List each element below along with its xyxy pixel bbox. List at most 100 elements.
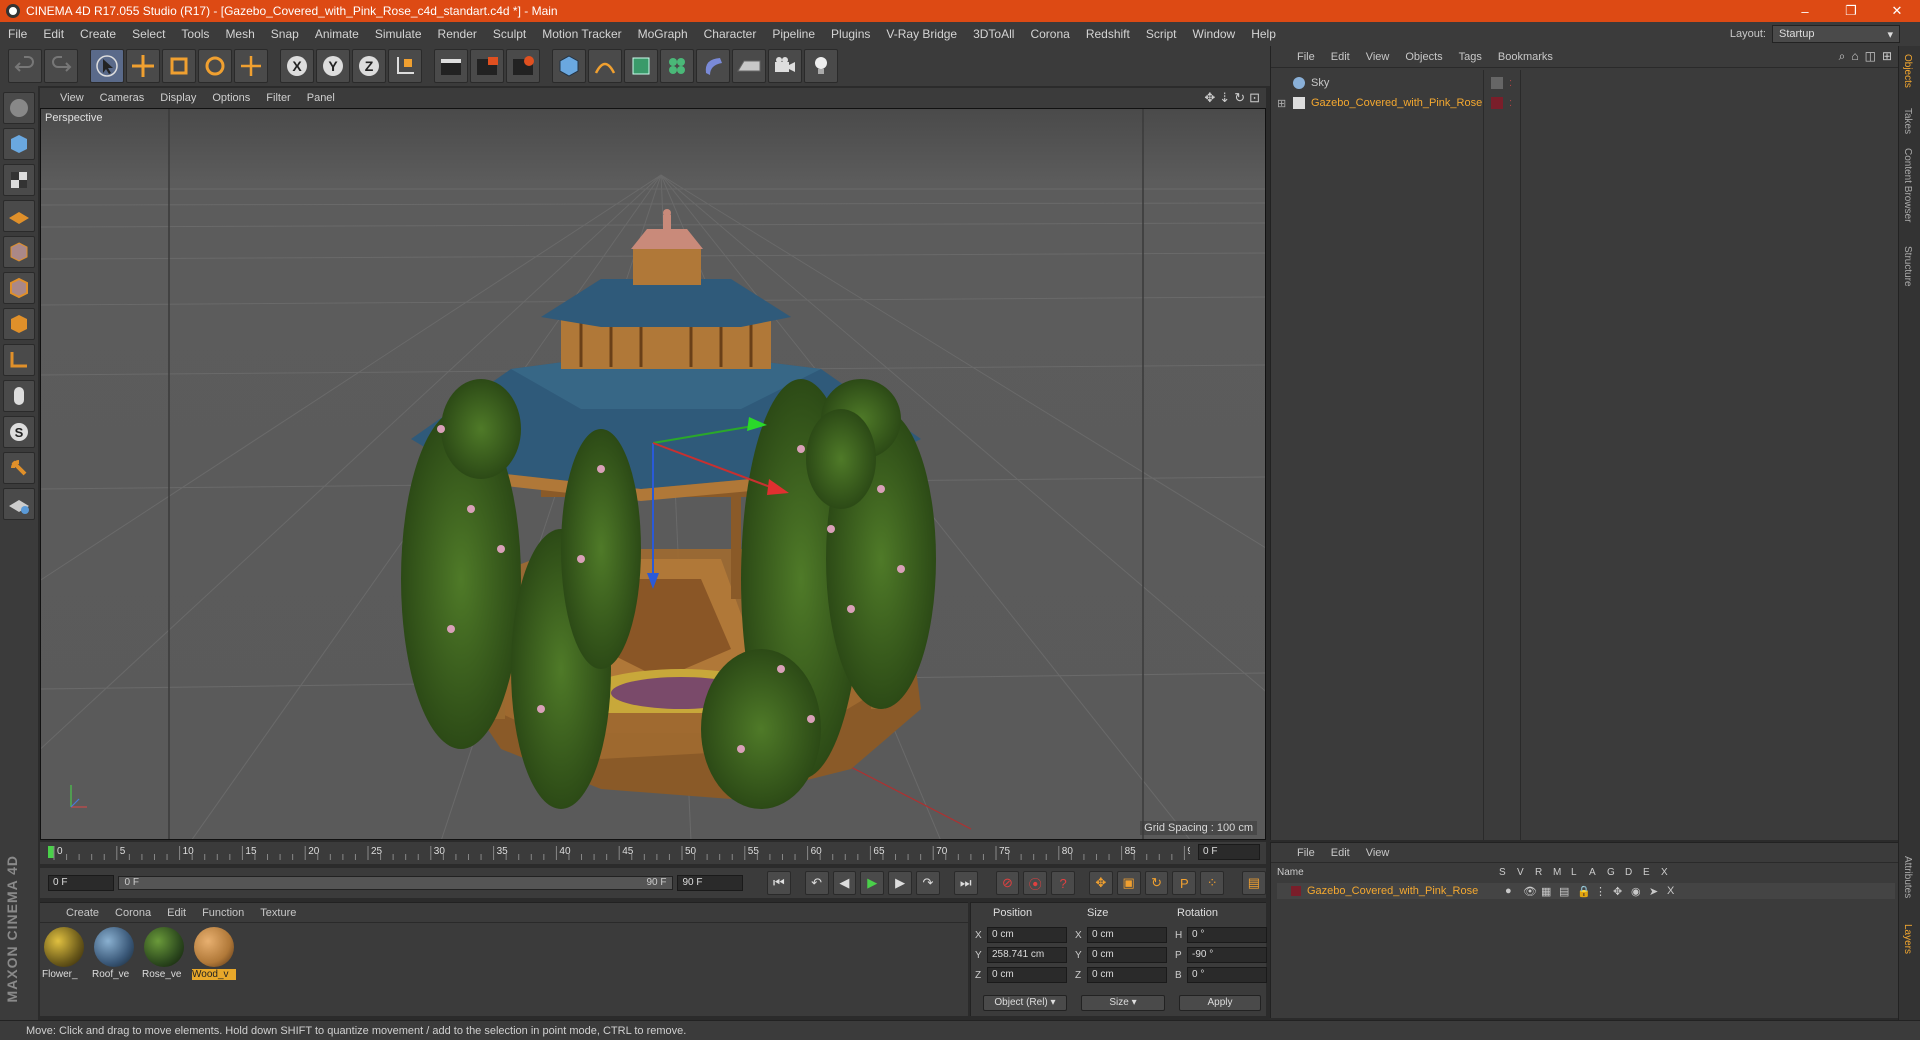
apply-button[interactable]: Apply [1179, 995, 1261, 1011]
viewport-camera-label[interactable]: Perspective [45, 112, 102, 124]
render-settings-icon[interactable] [506, 49, 540, 83]
viewport-menu-options[interactable]: Options [204, 92, 258, 104]
viewport-menu-cameras[interactable]: Cameras [92, 92, 153, 104]
object-menu-bookmarks[interactable]: Bookmarks [1490, 51, 1561, 63]
menu-animate[interactable]: Animate [307, 27, 367, 41]
y-axis-icon[interactable]: Y [316, 49, 350, 83]
menu-script[interactable]: Script [1138, 27, 1185, 41]
menu-edit[interactable]: Edit [35, 27, 72, 41]
menu-file[interactable]: File [0, 27, 35, 41]
menu-redshift[interactable]: Redshift [1078, 27, 1138, 41]
previous-frame-icon[interactable]: ◀ [832, 871, 857, 895]
object-row-sky[interactable]: Sky : [1277, 74, 1897, 92]
expressions-toggle-icon[interactable]: ➤ [1649, 885, 1667, 898]
tab-attributes[interactable]: Attributes [1902, 856, 1913, 898]
tweak-mode-icon[interactable] [3, 344, 35, 376]
search-icon[interactable]: ⌕ [1839, 49, 1846, 64]
select-arrow-icon[interactable] [90, 49, 124, 83]
subdivision-icon[interactable] [624, 49, 658, 83]
position-y-field[interactable]: 258.741 cm [987, 947, 1067, 963]
timeline-window-icon[interactable]: ▤ [1242, 871, 1266, 895]
layer-swatch-icon[interactable] [1491, 77, 1503, 89]
material-menu-texture[interactable]: Texture [252, 907, 304, 919]
polygons-mode-icon[interactable] [3, 272, 35, 304]
menu-vray-bridge[interactable]: V-Ray Bridge [878, 27, 965, 41]
coordinate-mode-select[interactable]: Object (Rel) ▾ [983, 995, 1067, 1011]
light-icon[interactable] [804, 49, 838, 83]
pan-view-icon[interactable]: ✥ [1204, 90, 1215, 106]
xref-toggle-icon[interactable]: X [1667, 885, 1685, 897]
menu-simulate[interactable]: Simulate [367, 27, 430, 41]
layer-menu-file[interactable]: File [1289, 847, 1323, 859]
size-mode-select[interactable]: Size ▾ [1081, 995, 1165, 1011]
menu-create[interactable]: Create [72, 27, 124, 41]
menu-render[interactable]: Render [430, 27, 485, 41]
material-swatch[interactable]: Flower_ [42, 927, 86, 980]
locked-toggle-icon[interactable]: 🔒 [1577, 885, 1595, 898]
render-picture-queue-icon[interactable] [470, 49, 504, 83]
play-forward-icon[interactable]: ▶ [860, 871, 885, 895]
rotation-b-field[interactable]: 0 ° [1187, 967, 1267, 983]
camera-icon[interactable] [768, 49, 802, 83]
layer-swatch-icon[interactable] [1491, 97, 1503, 109]
object-menu-edit[interactable]: Edit [1323, 51, 1358, 63]
menu-tools[interactable]: Tools [173, 27, 217, 41]
go-to-start-icon[interactable]: ⏮ [766, 871, 791, 895]
viewport-menu-panel[interactable]: Panel [299, 92, 343, 104]
deformers-toggle-icon[interactable]: ◉ [1631, 885, 1649, 898]
material-swatch[interactable]: Wood_v [192, 927, 236, 980]
collapse-icon[interactable]: ◫ [1865, 49, 1876, 64]
coord-system-icon[interactable] [388, 49, 422, 83]
undo-icon[interactable] [8, 49, 42, 83]
redo-icon[interactable] [44, 49, 78, 83]
toggle-layout-icon[interactable]: ⊡ [1249, 90, 1260, 106]
cube-icon[interactable] [552, 49, 586, 83]
render-toggle-icon[interactable]: ▦ [1541, 885, 1559, 898]
preview-range-slider[interactable]: 0 F 90 F [117, 876, 674, 890]
start-frame-field[interactable]: 0 F [48, 875, 114, 891]
material-menu-corona[interactable]: Corona [107, 907, 159, 919]
object-menu-view[interactable]: View [1358, 51, 1398, 63]
render-view-icon[interactable] [434, 49, 468, 83]
solo-toggle-icon[interactable]: ● [1505, 885, 1523, 897]
edges-mode-icon[interactable] [3, 236, 35, 268]
planar-workplane-icon[interactable] [3, 488, 35, 520]
layer-row[interactable]: Gazebo_Covered_with_Pink_Rose ● 👁 ▦ ▤ 🔒 … [1277, 883, 1895, 899]
next-frame-icon[interactable]: ▶ [888, 871, 912, 895]
object-row-gazebo[interactable]: ⊞ Gazebo_Covered_with_Pink_Rose : [1277, 94, 1897, 112]
size-x-field[interactable]: 0 cm [1087, 927, 1167, 943]
cloner-icon[interactable] [660, 49, 694, 83]
size-y-field[interactable]: 0 cm [1087, 947, 1167, 963]
object-menu-file[interactable]: File [1289, 51, 1323, 63]
menu-mesh[interactable]: Mesh [217, 27, 262, 41]
floor-icon[interactable] [732, 49, 766, 83]
record-active-objects-icon[interactable]: ⊘ [995, 871, 1020, 895]
axis-mode-icon[interactable] [3, 308, 35, 340]
layer-color-swatch[interactable] [1291, 886, 1301, 896]
pen-icon[interactable] [588, 49, 622, 83]
workplane-icon[interactable] [3, 164, 35, 196]
move-icon[interactable] [126, 49, 160, 83]
tab-structure[interactable]: Structure [1902, 246, 1913, 287]
layout-select[interactable]: Startup ▾ [1772, 25, 1900, 43]
end-frame-field[interactable]: 90 F [677, 875, 744, 891]
deformer-icon[interactable] [696, 49, 730, 83]
menu-character[interactable]: Character [696, 27, 765, 41]
current-frame-field[interactable]: 0 F [1198, 844, 1260, 860]
object-menu-objects[interactable]: Objects [1397, 51, 1450, 63]
menu-corona[interactable]: Corona [1022, 27, 1077, 41]
material-menu-edit[interactable]: Edit [159, 907, 194, 919]
model-mode-icon[interactable] [3, 92, 35, 124]
size-z-field[interactable]: 0 cm [1087, 967, 1167, 983]
lock-workplane-icon[interactable] [3, 452, 35, 484]
viewport-perspective[interactable]: Perspective Grid Spacing : 100 cm [40, 108, 1266, 840]
menu-plugins[interactable]: Plugins [823, 27, 878, 41]
rotation-p-field[interactable]: -90 ° [1187, 947, 1267, 963]
menu-select[interactable]: Select [124, 27, 173, 41]
rotation-h-field[interactable]: 0 ° [1187, 927, 1267, 943]
timeline-playhead[interactable] [48, 846, 54, 858]
record-parameter-icon[interactable]: P [1172, 871, 1197, 895]
go-to-end-icon[interactable]: ⏭ [953, 871, 978, 895]
autokeying-icon[interactable]: ⦿ [1023, 871, 1048, 895]
menu-snap[interactable]: Snap [263, 27, 307, 41]
